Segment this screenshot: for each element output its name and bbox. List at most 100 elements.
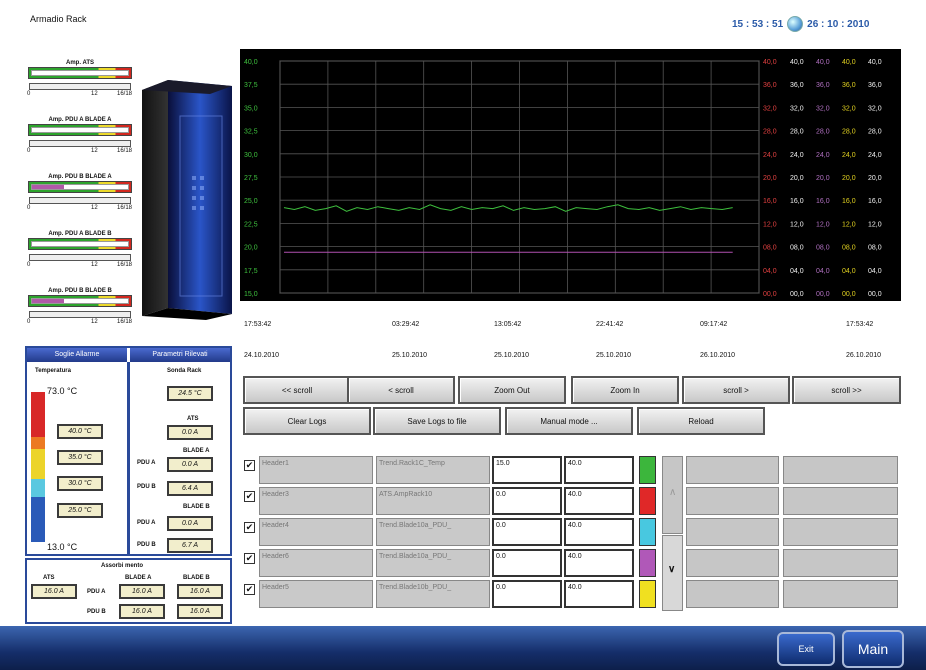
amp-slider-track	[29, 311, 131, 318]
ats-label: ATS	[187, 416, 199, 422]
pdu-b-label-2: PDU B	[137, 542, 156, 548]
absorb-b-pdu-a[interactable]: 16.0 A	[177, 584, 223, 599]
trend-row-extra-cell	[686, 487, 779, 515]
trend-row-color-swatch[interactable]	[639, 580, 656, 608]
y-tick-right: 00,0	[842, 291, 856, 298]
trend-row-tag: Trend.Blade10a_PDU_	[376, 549, 490, 577]
trend-row-checkbox[interactable]: ✔	[244, 491, 255, 502]
zoom-in-button[interactable]: Zoom In	[571, 376, 679, 404]
y-tick-right: 36,0	[763, 82, 777, 89]
amp-level-track	[31, 298, 129, 304]
threshold-1[interactable]: 40.0 °C	[57, 424, 103, 439]
x-date-label: 26.10.2010	[700, 352, 736, 359]
absorption-title: Assorbi mento	[101, 563, 144, 569]
absorb-blade-a-label: BLADE A	[125, 575, 152, 581]
amp-slider-track	[29, 254, 131, 261]
scroll-right-button[interactable]: scroll >	[682, 376, 790, 404]
reload-button[interactable]: Reload	[637, 407, 765, 435]
scroll-start-button[interactable]: << scroll	[243, 376, 351, 404]
scroll-left-button[interactable]: < scroll	[347, 376, 455, 404]
trend-row-checkbox[interactable]: ✔	[244, 522, 255, 533]
trend-row-extra-cell	[783, 456, 898, 484]
y-tick-left: 32,5	[244, 129, 258, 136]
y-tick-right: 36,0	[842, 82, 856, 89]
y-tick-right: 28,0	[790, 129, 804, 136]
absorb-a-pdu-b[interactable]: 16.0 A	[119, 604, 165, 619]
trend-row-min-input[interactable]: 15.0	[492, 456, 562, 484]
y-tick-right: 20,0	[763, 175, 777, 182]
zoom-out-button[interactable]: Zoom Out	[458, 376, 566, 404]
amp-slider-track	[29, 83, 131, 90]
y-tick-right: 40,0	[790, 59, 804, 66]
main-button[interactable]: Main	[842, 630, 904, 668]
y-tick-right: 16,0	[763, 198, 777, 205]
amp-meter-label: Amp. PDU B BLADE A	[48, 174, 112, 180]
y-tick-right: 00,0	[763, 291, 777, 298]
amp-scale-min: 0	[27, 262, 31, 268]
y-tick-left: 20,0	[244, 245, 258, 252]
y-tick-right: 20,0	[816, 175, 830, 182]
x-time-label: 03:29:42	[392, 321, 420, 328]
trend-row-max-input[interactable]: 40.0	[564, 456, 634, 484]
x-date-label: 26.10.2010	[846, 352, 882, 359]
y-tick-right: 08,0	[842, 245, 856, 252]
trend-row-max-input[interactable]: 40.0	[564, 549, 634, 577]
trend-row-tag: Trend.Blade10b_PDU_	[376, 580, 490, 608]
trend-row-color-swatch[interactable]	[639, 518, 656, 546]
scroll-up-button[interactable]: ∧	[662, 456, 683, 534]
globe-icon	[787, 16, 804, 32]
y-tick-left: 37,5	[244, 82, 258, 89]
trend-row-checkbox[interactable]: ✔	[244, 553, 255, 564]
amp-scale-mid: 12	[91, 148, 98, 154]
trend-row-min-input[interactable]: 0.0	[492, 580, 562, 608]
threshold-2[interactable]: 35.0 °C	[57, 450, 103, 465]
trend-row-color-swatch[interactable]	[639, 549, 656, 577]
y-tick-right: 16,0	[868, 198, 882, 205]
scroll-end-button[interactable]: scroll >>	[792, 376, 901, 404]
x-time-label: 09:17:42	[700, 321, 728, 328]
save-logs-button[interactable]: Save Logs to file	[373, 407, 501, 435]
trend-row-max-input[interactable]: 40.0	[564, 580, 634, 608]
scroll-down-button[interactable]: ∨	[662, 535, 683, 611]
trend-row-max-input[interactable]: 40.0	[564, 487, 634, 515]
x-time-label: 17:53:42	[846, 321, 874, 328]
threshold-4[interactable]: 25.0 °C	[57, 503, 103, 518]
y-tick-right: 24,0	[842, 152, 856, 159]
y-tick-right: 28,0	[842, 129, 856, 136]
y-tick-right: 24,0	[816, 152, 830, 159]
trend-row-extra-cell	[686, 549, 779, 577]
trend-row-color-swatch[interactable]	[639, 487, 656, 515]
trend-row-color-swatch[interactable]	[639, 456, 656, 484]
blade-a-pdu-b-value: 6.4 A	[167, 481, 213, 496]
absorb-pdu-a-label: PDU A	[87, 589, 106, 595]
trend-row-checkbox[interactable]: ✔	[244, 584, 255, 595]
amp-meter-label: Amp. PDU B BLADE B	[48, 288, 112, 294]
y-tick-right: 28,0	[763, 129, 777, 136]
trend-row-min-input[interactable]: 0.0	[492, 549, 562, 577]
y-tick-right: 40,0	[842, 59, 856, 66]
absorb-ats-value[interactable]: 16.0 A	[31, 584, 77, 599]
pdu-a-label: PDU A	[137, 460, 156, 466]
trend-row-max-input[interactable]: 40.0	[564, 518, 634, 546]
blade-b-pdu-b-value: 6.7 A	[167, 538, 213, 553]
blade-b-pdu-a-value: 0.0 A	[167, 516, 213, 531]
absorb-a-pdu-a[interactable]: 16.0 A	[119, 584, 165, 599]
absorb-b-pdu-b[interactable]: 16.0 A	[177, 604, 223, 619]
threshold-3[interactable]: 30.0 °C	[57, 476, 103, 491]
exit-button[interactable]: Exit	[777, 632, 835, 666]
y-tick-right: 32,0	[763, 105, 777, 112]
y-tick-right: 32,0	[816, 105, 830, 112]
y-tick-right: 08,0	[763, 245, 777, 252]
clear-logs-button[interactable]: Clear Logs	[243, 407, 371, 435]
trend-row-checkbox[interactable]: ✔	[244, 460, 255, 471]
y-tick-right: 20,0	[842, 175, 856, 182]
y-tick-right: 00,0	[816, 291, 830, 298]
trend-row-min-input[interactable]: 0.0	[492, 487, 562, 515]
trend-row-min-input[interactable]: 0.0	[492, 518, 562, 546]
y-tick-right: 08,0	[816, 245, 830, 252]
x-date-label: 25.10.2010	[494, 352, 530, 359]
y-tick-left: 30,0	[244, 152, 258, 159]
y-tick-right: 12,0	[790, 221, 804, 228]
manual-mode-button[interactable]: Manual mode ...	[505, 407, 633, 435]
trend-row-extra-cell	[686, 518, 779, 546]
